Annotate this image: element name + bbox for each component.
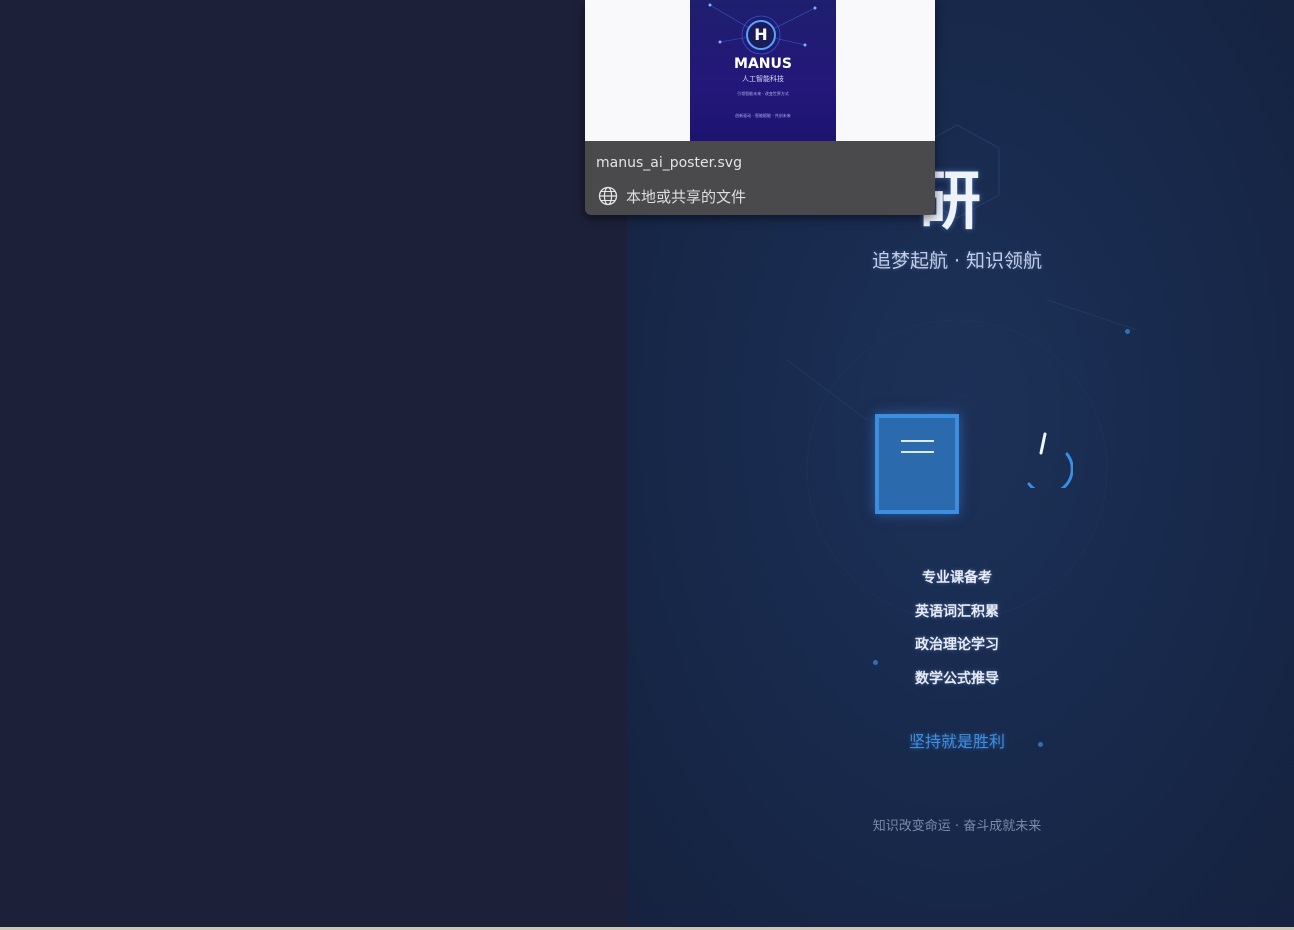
poster-motto: 坚持就是胜利 (908, 732, 1005, 751)
screen: 研 追梦起航 · 知识领航 专业课备考 英语词汇积累 政治理论学习 数学公式推导… (0, 0, 1294, 930)
feature-list: 专业课备考 英语词汇积累 政治理论学习 数学公式推导 (627, 562, 1287, 696)
spinner-tick (1039, 432, 1047, 455)
feature-item-politics: 政治理论学习 (915, 637, 999, 653)
book-line (901, 451, 934, 453)
thumbnail-subtitle: 人工智能科技 (742, 75, 784, 83)
poster-footer: 知识改变命运 · 奋斗成就未来 (872, 819, 1042, 834)
decorative-dot (1038, 742, 1043, 747)
file-location: 本地或共享的文件 (626, 188, 747, 206)
file-name: manus_ai_poster.svg (596, 155, 742, 171)
decorative-dot (873, 660, 878, 665)
file-preview-tooltip: H MANUS 人工智能科技 引领智能未来 · 改变世界方式 创新驱动 · 智能… (585, 0, 935, 215)
feature-item-english: 英语词汇积累 (915, 603, 999, 620)
file-preview-area: H MANUS 人工智能科技 引领智能未来 · 改变世界方式 创新驱动 · 智能… (585, 0, 935, 141)
left-pane (0, 0, 627, 927)
book-icon (875, 414, 959, 514)
diagonal-line (786, 359, 868, 421)
file-thumbnail: H MANUS 人工智能科技 引领智能未来 · 改变世界方式 创新驱动 · 智能… (690, 0, 836, 141)
poster-subtitle: 追梦起航 · 知识领航 (871, 250, 1043, 272)
spinner-arc (1027, 452, 1073, 488)
feature-item-major: 专业课备考 (922, 570, 992, 586)
file-info-area: manus_ai_poster.svg 本地或共享的文件 (585, 141, 935, 215)
thumbnail-bottom-line: 创新驱动 · 智能赋能 · 共创未来 (735, 113, 791, 118)
loading-spinner-icon (1027, 432, 1073, 488)
feature-item-math: 数学公式推导 (915, 670, 999, 687)
decorative-dot (1125, 329, 1130, 334)
thumbnail-title: MANUS (734, 56, 792, 72)
thumbnail-badge: H (746, 20, 776, 50)
globe-icon (598, 186, 618, 206)
diagonal-line (1046, 299, 1138, 331)
thumbnail-tagline: 引领智能未来 · 改变世界方式 (737, 91, 789, 96)
book-line (901, 440, 934, 442)
